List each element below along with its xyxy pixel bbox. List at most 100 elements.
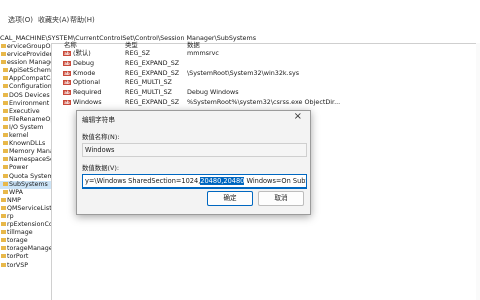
folder-icon — [3, 165, 8, 170]
value-data-before: y=\Windows SharedSection=1024, — [85, 177, 201, 185]
value-name: (默认) — [73, 49, 91, 57]
folder-icon — [1, 44, 6, 48]
ok-button[interactable]: 确定 — [207, 191, 253, 206]
tree-item[interactable]: Environment — [0, 100, 51, 108]
close-icon[interactable]: × — [294, 111, 302, 122]
string-value-icon: ab — [63, 70, 71, 76]
tree-item[interactable]: KnownDLLs — [0, 140, 51, 148]
tree-item-label: I/O System — [9, 123, 44, 131]
value-data-field[interactable]: y=\Windows SharedSection=1024,20480,2048… — [82, 174, 307, 189]
folder-icon — [3, 84, 8, 89]
string-value-icon: ab — [63, 51, 71, 56]
tree-item[interactable]: AppCompatCac — [0, 75, 51, 83]
folder-icon — [1, 213, 6, 218]
tree-item-label: QMServiceList — [7, 204, 52, 212]
folder-icon — [3, 124, 8, 129]
folder-icon — [1, 197, 6, 202]
edit-string-dialog: 编辑字符串 × 数值名称(N): Windows 数值数据(V): y=\Win… — [76, 110, 311, 215]
tree-item-label: Environment — [9, 99, 50, 107]
tree-item-label: Power — [9, 164, 29, 172]
tree-item[interactable]: Configuration M — [0, 83, 51, 91]
tree-item[interactable]: ession Manager — [0, 59, 51, 67]
menu-favorites[interactable]: 收藏夹(A) — [38, 15, 69, 25]
menu-bar: 选项(O) 收藏夹(A) 帮助(H) — [0, 0, 480, 34]
values-pane: 名称 类型 数据 ab (默认) REG_SZ mmmsrvc ab Debug REG_E… — [62, 40, 480, 110]
folder-icon — [3, 149, 8, 154]
tree-item[interactable]: kernel — [0, 132, 51, 140]
folder-icon — [1, 262, 6, 267]
tree-item[interactable]: Power — [0, 164, 51, 172]
cancel-button[interactable]: 取消 — [258, 191, 304, 206]
value-row[interactable]: ab Optional REG_MULTI_SZ — [62, 78, 480, 87]
tree-item-label: torVSP — [7, 261, 29, 269]
value-row[interactable]: ab Windows REG_EXPAND_SZ %SystemRoot%\syste… — [62, 98, 480, 107]
value-name-field[interactable]: Windows — [82, 143, 307, 157]
tree-item[interactable]: rpExtensionConf — [0, 221, 51, 229]
tree-item-label: KnownDLLs — [9, 140, 46, 148]
col-header-name[interactable]: 名称 — [64, 40, 77, 49]
folder-icon — [3, 141, 8, 146]
tree-item[interactable]: rp — [0, 213, 51, 221]
value-name: Required — [73, 88, 102, 97]
tree-item[interactable]: torage — [0, 237, 51, 245]
tree-item[interactable]: torPort — [0, 253, 51, 261]
folder-icon — [3, 157, 8, 162]
tree-item[interactable]: FileRenameOpe — [0, 116, 51, 124]
value-type: REG_EXPAND_SZ — [125, 58, 180, 67]
tree-item-label: torage — [7, 237, 28, 245]
tree-item-label: Memory Manag — [9, 148, 51, 156]
value-row[interactable]: ab Required REG_MULTI_SZ Debug Windows — [62, 88, 480, 97]
value-type: REG_SZ — [125, 49, 151, 57]
tree-item-label: tillmage — [7, 229, 33, 237]
menu-options[interactable]: 选项(O) — [8, 15, 33, 25]
tree-item-label: NMP — [7, 196, 21, 204]
tree-item-label: Configuration M — [9, 83, 52, 91]
folder-icon — [1, 246, 6, 251]
registry-tree: erviceGroupOrdeerviceProvideression Mana… — [0, 43, 52, 300]
tree-item[interactable]: Executive — [0, 108, 51, 116]
folder-icon — [1, 254, 6, 259]
vertical-scrollbar[interactable] — [476, 43, 480, 300]
tree-item[interactable]: NMP — [0, 197, 51, 205]
value-data: %SystemRoot%\system32\csrss.exe ObjectDi… — [187, 98, 341, 106]
tree-item-label: rp — [7, 212, 14, 220]
col-header-data[interactable]: 数据 — [187, 40, 200, 49]
tree-item[interactable]: tillmage — [0, 229, 51, 237]
folder-icon — [1, 205, 6, 210]
tree-item[interactable]: torVSP — [0, 262, 51, 270]
tree-item[interactable]: NamespaceSep — [0, 156, 51, 164]
folder-icon — [3, 173, 8, 178]
tree-item[interactable]: erviceGroupOrde — [0, 43, 51, 51]
tree-item[interactable]: Memory Manag — [0, 148, 51, 156]
tree-item[interactable]: Quota System — [0, 173, 51, 181]
menu-help[interactable]: 帮助(H) — [70, 15, 95, 25]
tree-item-label: ApiSetSchemaE — [9, 67, 51, 75]
tree-item[interactable]: torageManagem — [0, 245, 51, 253]
tree-item[interactable]: ApiSetSchemaE — [0, 67, 51, 75]
tree-item-label: torageManagem — [7, 245, 51, 253]
folder-icon — [1, 238, 6, 243]
dialog-title: 编辑字符串 — [82, 116, 115, 124]
tree-item-label: Executive — [9, 107, 40, 115]
value-row[interactable]: ab Debug REG_EXPAND_SZ — [62, 59, 480, 68]
value-type: REG_MULTI_SZ — [125, 88, 172, 97]
tree-item[interactable]: I/O System — [0, 124, 51, 132]
folder-icon — [3, 92, 8, 97]
tree-item-label: Quota System — [9, 172, 52, 180]
folder-icon — [3, 181, 8, 186]
value-row[interactable]: ab (默认) REG_SZ mmmsrvc — [62, 49, 480, 58]
value-data: mmmsrvc — [187, 49, 219, 57]
value-row[interactable]: ab Kmode REG_EXPAND_SZ \SystemRoot\System32… — [62, 69, 480, 78]
folder-icon — [3, 116, 8, 121]
folder-icon — [3, 76, 8, 81]
tree-item[interactable]: SubSystems — [0, 180, 51, 189]
tree-item[interactable]: erviceProvider — [0, 51, 51, 59]
tree-item[interactable]: QMServiceList — [0, 205, 51, 213]
folder-icon — [3, 100, 8, 105]
col-header-type[interactable]: 类型 — [125, 40, 138, 49]
value-type: REG_EXPAND_SZ — [125, 98, 180, 106]
tree-item[interactable]: WPA — [0, 189, 51, 197]
tree-item-label: SubSystems — [9, 180, 48, 188]
value-data-label: 数值数据(V): — [82, 164, 120, 172]
tree-item[interactable]: DOS Devices — [0, 92, 51, 100]
